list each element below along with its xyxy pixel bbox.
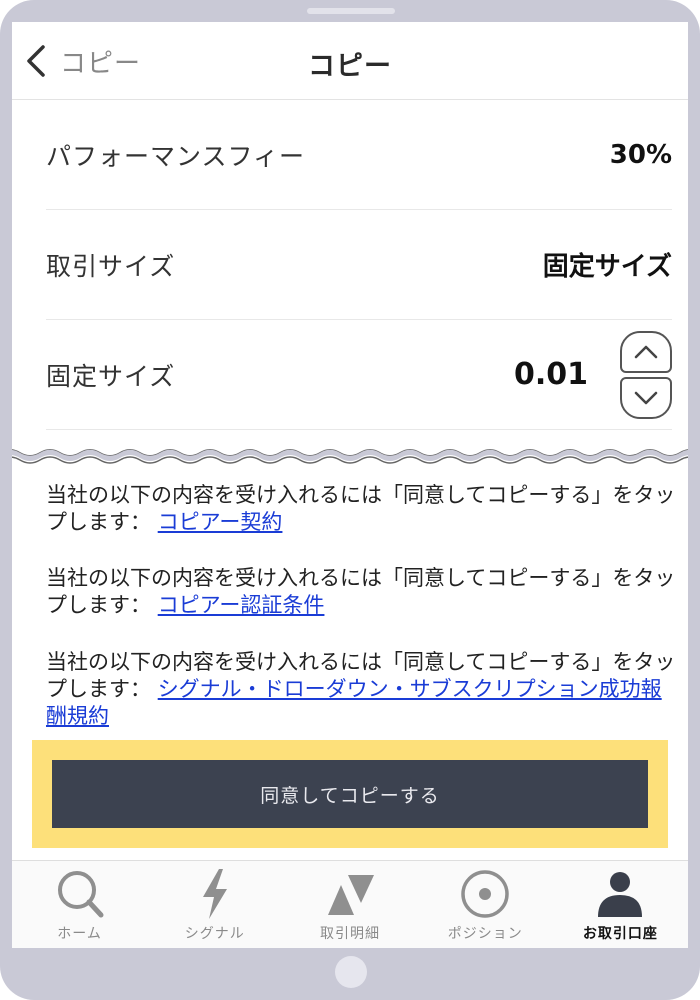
trade-size-value: 固定サイズ	[542, 252, 672, 282]
tab-positions[interactable]: ポジション	[418, 861, 553, 948]
nav-header: コピー コピー	[12, 22, 688, 100]
tab-account[interactable]: お取引口座	[553, 861, 688, 948]
performance-fee-label: パフォーマンスフィー	[46, 141, 306, 171]
performance-fee-value: 30%	[609, 139, 672, 170]
copier-terms-link[interactable]: コピアー認証条件	[158, 593, 325, 617]
search-icon	[57, 871, 104, 918]
trade-size-label: 取引サイズ	[46, 251, 176, 281]
trade-arrows-icon	[328, 875, 374, 915]
copier-contract-link[interactable]: コピアー契約	[158, 510, 283, 534]
lightning-icon	[202, 869, 227, 919]
agreement-text: 当社の以下の内容を受け入れるには「同意してコピーする」をタップします：	[46, 483, 676, 534]
quantity-stepper	[620, 330, 672, 419]
device-frame: コピー コピー パフォーマンスフィー 30% 取引サイズ 固定サイズ 固定サイズ…	[0, 0, 700, 1000]
agree-and-copy-button[interactable]: 同意してコピーする	[52, 760, 648, 828]
chevron-down-icon	[634, 391, 658, 404]
trade-size-row[interactable]: 取引サイズ 固定サイズ	[46, 210, 672, 320]
cta-highlight: 同意してコピーする	[32, 740, 668, 848]
performance-fee-row: パフォーマンスフィー 30%	[46, 100, 672, 210]
torn-edge-divider	[12, 444, 688, 470]
fixed-size-label: 固定サイズ	[46, 361, 176, 391]
chevron-up-icon	[634, 345, 658, 358]
increment-button[interactable]	[620, 330, 672, 373]
tab-trade-history[interactable]: 取引明細	[282, 861, 417, 948]
fixed-size-row: 固定サイズ 0.01	[46, 320, 672, 430]
page-title: コピー	[308, 51, 392, 82]
fixed-size-control: 0.01	[513, 330, 672, 419]
agreement-copier-contract: 当社の以下の内容を受け入れるには「同意してコピーする」をタップします： コピアー…	[46, 482, 676, 536]
decrement-button[interactable]	[620, 376, 672, 419]
tab-home[interactable]: ホーム	[12, 861, 147, 948]
agreement-copier-terms: 当社の以下の内容を受け入れるには「同意してコピーする」をタップします： コピアー…	[46, 565, 676, 619]
target-icon	[461, 870, 509, 918]
tab-label: ポジション	[447, 926, 523, 942]
device-home-button[interactable]	[335, 956, 367, 988]
person-icon	[598, 872, 643, 917]
tab-label: 取引明細	[320, 926, 380, 942]
tab-signal[interactable]: シグナル	[147, 861, 282, 948]
app-screen: コピー コピー パフォーマンスフィー 30% 取引サイズ 固定サイズ 固定サイズ…	[12, 22, 688, 948]
agreement-text: 当社の以下の内容を受け入れるには「同意してコピーする」をタップします：	[46, 566, 676, 617]
fixed-size-value: 0.01	[513, 357, 588, 392]
tab-label: ホーム	[57, 926, 102, 942]
device-speaker	[307, 8, 395, 14]
bottom-tab-bar: ホーム シグナル 取引明細 ポジション お取引口座	[12, 860, 688, 948]
agreement-subscription-terms: 当社の以下の内容を受け入れるには「同意してコピーする」をタップします： シグナル…	[46, 649, 676, 730]
tab-label: シグナル	[184, 926, 245, 942]
tab-label: お取引口座	[582, 926, 658, 942]
